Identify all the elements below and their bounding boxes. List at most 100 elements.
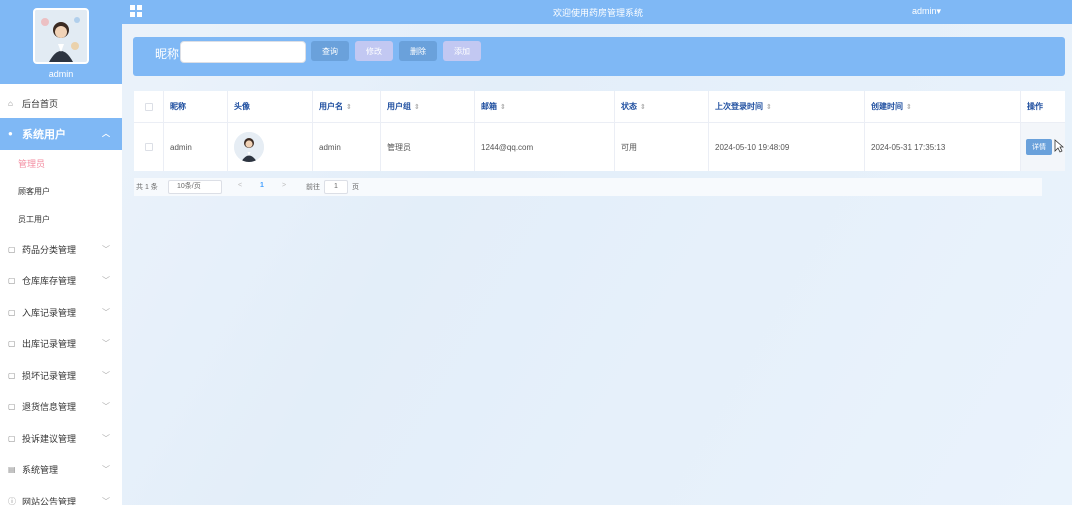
page-size-select[interactable]: 10条/页 — [168, 180, 222, 194]
sort-icon[interactable]: ⇕ — [640, 103, 646, 111]
header-last-login[interactable]: 上次登录时间 ⇕ — [709, 91, 865, 122]
folder-icon: ▢ — [8, 276, 16, 286]
sidebar-item-label: 系统管理 — [22, 465, 59, 476]
row-checkbox[interactable] — [144, 143, 153, 151]
sidebar-item-label: 入库记录管理 — [22, 307, 77, 318]
chevron-down-icon: ﹀ — [102, 370, 110, 380]
nickname-label: 昵称 — [155, 47, 180, 61]
folder-icon: ▢ — [8, 307, 16, 317]
chevron-down-icon: ﹀ — [102, 276, 110, 286]
sidebar-item-label: 仓库库存管理 — [22, 276, 77, 287]
total-count: 共 1 条 — [136, 184, 158, 191]
profile-name: admin — [48, 69, 74, 79]
sort-icon[interactable]: ⇕ — [346, 103, 352, 111]
header-label: 创建时间 — [871, 102, 903, 111]
sidebar: admin ⌂ 后台首页 ● 系统用户 ︿ 管理员 顾客用户 员工用户 ▢ 药品… — [0, 0, 122, 505]
cell-username: admin — [313, 123, 381, 171]
sidebar-item-returns[interactable]: ▢ 退货信息管理 ﹀ — [0, 391, 122, 423]
user-icon: ● — [8, 129, 13, 139]
header-avatar: 头像 — [228, 91, 313, 122]
chevron-down-icon: ﹀ — [102, 465, 110, 475]
sidebar-subitem-customers[interactable]: 顾客用户 — [0, 178, 122, 206]
table-row: admin admin 管理员 1244@qq.com 可用 2024-05-1… — [134, 123, 1065, 171]
cell-group: 管理员 — [381, 123, 475, 171]
prev-page-icon[interactable]: < — [238, 182, 242, 189]
mouse-cursor-icon — [1054, 139, 1064, 153]
cell-created: 2024-05-31 17:35:13 — [865, 123, 1021, 171]
sidebar-item-drug-category[interactable]: ▢ 药品分类管理 ﹀ — [0, 234, 122, 266]
folder-icon: ▢ — [8, 433, 16, 443]
caret-down-icon: ▾ — [936, 6, 942, 16]
page-title: 欢迎使用药房管理系统 — [553, 8, 644, 18]
sort-icon[interactable]: ⇕ — [766, 103, 772, 111]
sidebar-item-label: 退货信息管理 — [22, 402, 77, 413]
person-avatar-icon — [234, 132, 264, 162]
delete-button[interactable]: 删除 — [399, 41, 437, 61]
info-icon: ⓘ — [8, 496, 16, 505]
query-button[interactable]: 查询 — [311, 41, 349, 61]
folder-icon: ▢ — [8, 370, 16, 380]
cell-avatar — [228, 123, 313, 171]
detail-button[interactable]: 详情 — [1026, 139, 1052, 155]
sidebar-item-label: 损坏记录管理 — [22, 370, 77, 381]
sidebar-item-home[interactable]: ⌂ 后台首页 — [0, 88, 122, 118]
header-label: 用户组 — [387, 102, 411, 111]
sidebar-item-complaints[interactable]: ▢ 投诉建议管理 ﹀ — [0, 423, 122, 455]
header-status[interactable]: 状态 ⇕ — [615, 91, 709, 122]
page-unit-label: 页 — [352, 184, 359, 191]
header-label: 用户名 — [319, 102, 343, 111]
table-header: 昵称 头像 用户名 ⇕ 用户组 ⇕ 邮箱 ⇕ 状态 ⇕ 上次登录时间 ⇕ 创建时间 ⇕ 操作 — [134, 91, 1065, 123]
select-all-checkbox[interactable] — [144, 102, 153, 111]
sidebar-item-label: 投诉建议管理 — [22, 433, 77, 444]
sidebar-item-announcements[interactable]: ⓘ 网站公告管理 ﹀ — [0, 486, 122, 505]
sidebar-item-label: 网站公告管理 — [22, 496, 77, 505]
header-email[interactable]: 邮箱 ⇕ — [475, 91, 615, 122]
chevron-down-icon: ﹀ — [102, 496, 110, 505]
sidebar-item-system-users[interactable]: ● 系统用户 ︿ — [0, 118, 122, 150]
sidebar-item-inbound-records[interactable]: ▢ 入库记录管理 ﹀ — [0, 297, 122, 329]
goto-page-input[interactable]: 1 — [324, 180, 348, 194]
header-created[interactable]: 创建时间 ⇕ — [865, 91, 1021, 122]
sidebar-subitem-employees[interactable]: 员工用户 — [0, 206, 122, 234]
cell-email: 1244@qq.com — [475, 123, 615, 171]
pagination: 共 1 条 10条/页 < 1 > 前往 1 页 — [134, 178, 1042, 196]
edit-button[interactable]: 修改 — [355, 41, 393, 61]
header-actions: 操作 — [1027, 102, 1043, 111]
current-page[interactable]: 1 — [260, 182, 264, 189]
sort-icon[interactable]: ⇕ — [906, 103, 912, 111]
chevron-down-icon: ﹀ — [102, 433, 110, 443]
sidebar-item-label: 药品分类管理 — [22, 244, 77, 255]
sidebar-item-outbound-records[interactable]: ▢ 出库记录管理 ﹀ — [0, 328, 122, 360]
profile-avatar[interactable] — [33, 8, 89, 64]
sidebar-item-warehouse-stock[interactable]: ▢ 仓库库存管理 ﹀ — [0, 265, 122, 297]
grid-menu-icon[interactable] — [130, 5, 142, 17]
cell-last-login: 2024-05-10 19:48:09 — [709, 123, 865, 171]
sidebar-item-system-management[interactable]: ▤ 系统管理 ﹀ — [0, 454, 122, 486]
user-menu-label: admin — [912, 6, 937, 16]
header-label: 上次登录时间 — [715, 102, 763, 111]
add-button[interactable]: 添加 — [443, 41, 481, 61]
header-group[interactable]: 用户组 ⇕ — [381, 91, 475, 122]
next-page-icon[interactable]: > — [282, 182, 286, 189]
header-label: 邮箱 — [481, 102, 497, 111]
header-nickname: 昵称 — [164, 91, 228, 122]
sort-icon[interactable]: ⇕ — [500, 103, 506, 111]
chevron-down-icon: ﹀ — [102, 402, 110, 412]
sidebar-subitem-admin[interactable]: 管理员 — [0, 150, 122, 178]
users-table: 昵称 头像 用户名 ⇕ 用户组 ⇕ 邮箱 ⇕ 状态 ⇕ 上次登录时间 ⇕ 创建时间 ⇕ 操作… — [134, 91, 1065, 171]
sort-icon[interactable]: ⇕ — [414, 103, 420, 111]
home-icon: ⌂ — [8, 98, 13, 108]
sidebar-item-damage-records[interactable]: ▢ 损坏记录管理 ﹀ — [0, 360, 122, 392]
user-avatar — [234, 132, 264, 162]
header-username[interactable]: 用户名 ⇕ — [313, 91, 381, 122]
select-all-cell — [134, 91, 164, 122]
user-menu[interactable]: admin▾ — [912, 6, 941, 17]
chevron-down-icon: ﹀ — [102, 244, 110, 254]
sidebar-item-label: 后台首页 — [22, 98, 59, 109]
folder-icon: ▢ — [8, 244, 16, 254]
chevron-down-icon: ﹀ — [102, 339, 110, 349]
nickname-search-input[interactable] — [180, 41, 306, 63]
header-label: 状态 — [621, 102, 637, 111]
chevron-down-icon: ﹀ — [102, 307, 110, 317]
cell-status: 可用 — [615, 123, 709, 171]
